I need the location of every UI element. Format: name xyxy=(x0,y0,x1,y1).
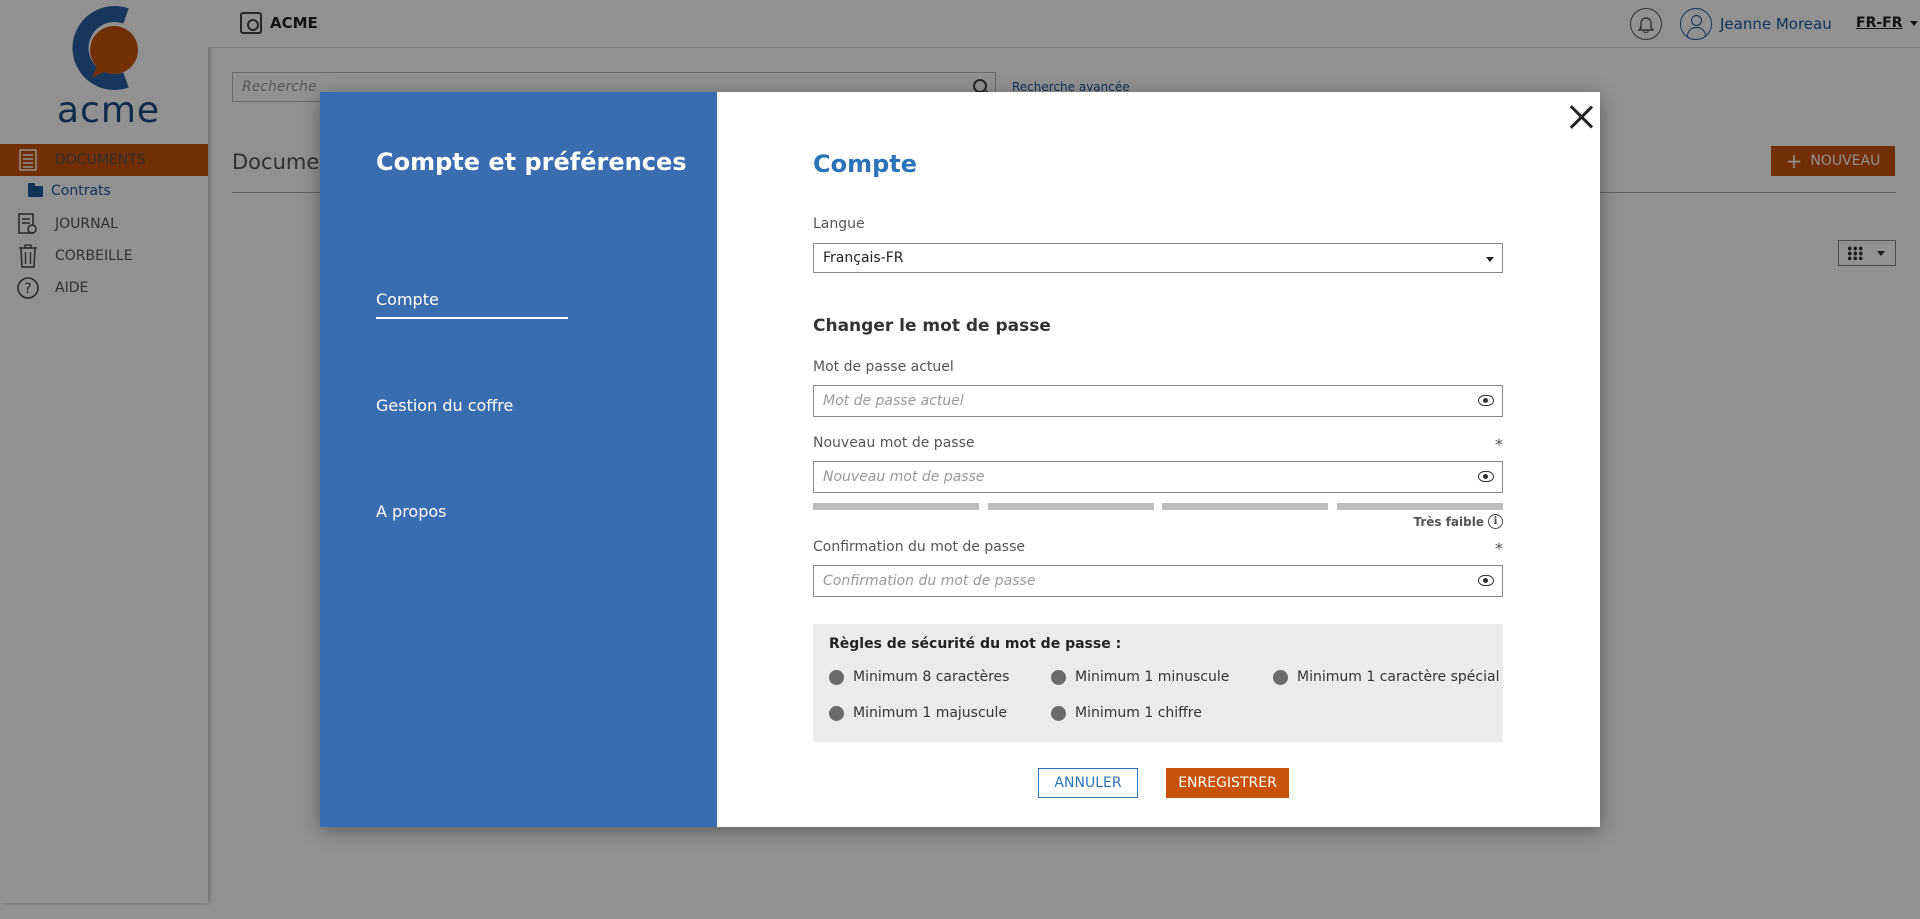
dialog-sidebar: Compte et préférences Compte Gestion du … xyxy=(320,92,717,827)
password-rule: Minimum 1 majuscule xyxy=(829,705,1007,721)
strength-segment xyxy=(987,503,1154,510)
rule-label: Minimum 1 minuscule xyxy=(1075,669,1230,685)
new-password-field[interactable]: Nouveau mot de passe xyxy=(813,461,1503,493)
password-rules-box: Règles de sécurité du mot de passe : Min… xyxy=(813,624,1503,742)
section-title: Compte xyxy=(813,150,918,178)
password-rule: Minimum 8 caractères xyxy=(829,669,1009,685)
strength-segment xyxy=(813,503,979,510)
confirm-password-field[interactable]: Confirmation du mot de passe xyxy=(813,565,1503,597)
password-rule: Minimum 1 caractère spécial xyxy=(1273,669,1499,685)
password-section-title: Changer le mot de passe xyxy=(813,316,1051,336)
language-select-value: Français-FR xyxy=(823,250,904,266)
confirm-password-placeholder: Confirmation du mot de passe xyxy=(823,573,1036,589)
cancel-button[interactable]: ANNULER xyxy=(1038,768,1138,798)
rule-status-icon xyxy=(1051,705,1066,721)
new-password-label: Nouveau mot de passe xyxy=(813,435,975,451)
confirm-password-label: Confirmation du mot de passe xyxy=(813,539,1025,555)
required-marker: * xyxy=(1495,435,1503,454)
rule-status-icon xyxy=(1273,669,1288,685)
new-password-placeholder: Nouveau mot de passe xyxy=(823,469,985,485)
save-button[interactable]: ENREGISTRER xyxy=(1166,768,1289,798)
eye-icon[interactable] xyxy=(1478,575,1494,586)
current-password-label: Mot de passe actuel xyxy=(813,359,954,375)
info-icon[interactable]: i xyxy=(1488,514,1503,529)
strength-segment xyxy=(1336,503,1503,510)
tab-a-propos[interactable]: A propos xyxy=(376,502,446,521)
password-rule: Minimum 1 minuscule xyxy=(1051,669,1229,685)
rule-status-icon xyxy=(829,705,844,721)
required-marker: * xyxy=(1495,539,1503,558)
current-password-field[interactable]: Mot de passe actuel xyxy=(813,385,1503,417)
language-label: Langue xyxy=(813,216,865,232)
password-rules-title: Règles de sécurité du mot de passe : xyxy=(829,636,1122,652)
current-password-placeholder: Mot de passe actuel xyxy=(823,393,964,409)
password-strength-label: Très faible i xyxy=(1413,514,1503,529)
tab-compte[interactable]: Compte xyxy=(376,290,568,319)
rule-label: Minimum 1 caractère spécial xyxy=(1297,669,1500,685)
rule-label: Minimum 1 majuscule xyxy=(853,705,1008,721)
language-select[interactable]: Français-FR xyxy=(813,243,1503,273)
rule-status-icon xyxy=(1051,669,1066,685)
password-rule: Minimum 1 chiffre xyxy=(1051,705,1202,721)
rule-status-icon xyxy=(829,669,844,685)
chevron-down-icon xyxy=(1486,257,1494,262)
rule-label: Minimum 1 chiffre xyxy=(1075,705,1202,721)
strength-segment xyxy=(1162,503,1329,510)
eye-icon[interactable] xyxy=(1478,471,1494,482)
preferences-dialog: Compte et préférences Compte Gestion du … xyxy=(320,92,1600,827)
password-strength-meter xyxy=(813,503,1503,510)
dialog-title: Compte et préférences xyxy=(376,148,687,176)
close-icon[interactable] xyxy=(1564,100,1598,134)
rule-label: Minimum 8 caractères xyxy=(853,669,1010,685)
strength-text: Très faible xyxy=(1413,514,1484,529)
tab-gestion-du-coffre[interactable]: Gestion du coffre xyxy=(376,396,513,415)
eye-icon[interactable] xyxy=(1478,395,1494,406)
